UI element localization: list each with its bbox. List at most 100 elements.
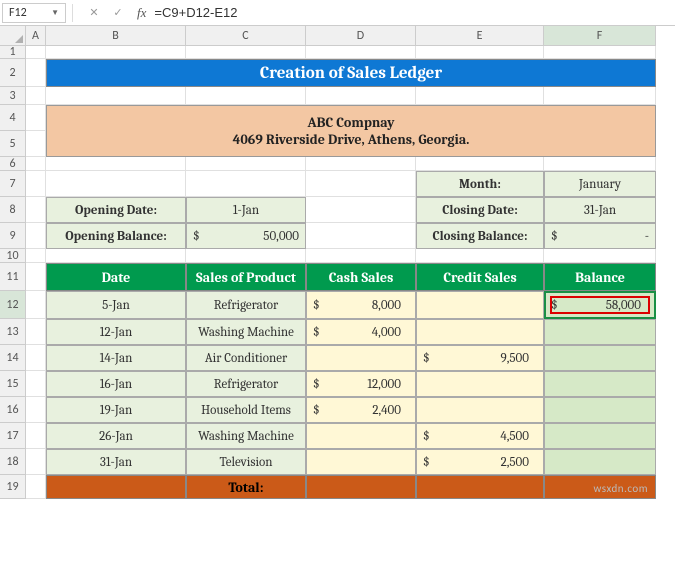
opening-date-value[interactable]: 1-Jan xyxy=(186,197,306,223)
cell-credit[interactable]: $9,500 xyxy=(416,345,544,371)
row-header[interactable]: 14 xyxy=(0,345,26,371)
header-cash: Cash Sales xyxy=(306,263,416,291)
col-header[interactable]: C xyxy=(186,26,306,46)
cell-product[interactable]: Television xyxy=(186,449,306,475)
chevron-down-icon[interactable]: ▼ xyxy=(51,8,59,18)
cell-date[interactable]: 5-Jan xyxy=(46,291,186,319)
cell-credit[interactable] xyxy=(416,319,544,345)
opening-date-label: Opening Date: xyxy=(46,197,186,223)
cell-balance[interactable]: $58,000 xyxy=(544,291,656,319)
closing-date-value[interactable]: 31-Jan xyxy=(544,197,656,223)
cell-credit[interactable] xyxy=(416,371,544,397)
confirm-icon: ✓ xyxy=(109,4,127,22)
row-header[interactable]: 6 xyxy=(0,157,26,171)
row-header[interactable]: 9 xyxy=(0,223,26,249)
row-header[interactable]: 1 xyxy=(0,46,26,59)
month-label: Month: xyxy=(416,171,544,197)
column-headers: A B C D E F xyxy=(26,26,656,46)
cell-date[interactable]: 12-Jan xyxy=(46,319,186,345)
row-header[interactable]: 12 xyxy=(0,291,26,319)
header-credit: Credit Sales xyxy=(416,263,544,291)
closing-date-label: Closing Date: xyxy=(416,197,544,223)
row-header[interactable]: 13 xyxy=(0,319,26,345)
sheet-header-row: A B C D E F xyxy=(0,26,675,46)
total-cash-cell[interactable] xyxy=(306,475,416,499)
cell-product[interactable]: Refrigerator xyxy=(186,371,306,397)
cell-credit[interactable] xyxy=(416,397,544,423)
row-header[interactable]: 18 xyxy=(0,449,26,475)
cell-date[interactable]: 16-Jan xyxy=(46,371,186,397)
page-title: Creation of Sales Ledger xyxy=(46,59,656,87)
divider xyxy=(72,4,73,22)
cell-product[interactable]: Air Conditioner xyxy=(186,345,306,371)
closing-balance-label: Closing Balance: xyxy=(416,223,544,249)
header-product: Sales of Product xyxy=(186,263,306,291)
cell-balance[interactable] xyxy=(544,423,656,449)
company-address: 4069 Riverside Drive, Athens, Georgia. xyxy=(233,131,470,148)
select-all-cell[interactable] xyxy=(0,26,26,46)
col-header[interactable]: F xyxy=(544,26,656,46)
row-header[interactable]: 4 xyxy=(0,105,26,131)
total-date-cell xyxy=(46,475,186,499)
sheet-body: 1 2 3 4 5 6 7 8 9 10 11 12 13 14 15 16 1… xyxy=(0,46,675,499)
cell-balance[interactable] xyxy=(544,397,656,423)
watermark: wsxdn.com xyxy=(594,482,648,495)
cancel-icon: ✕ xyxy=(85,4,103,22)
col-header[interactable]: E xyxy=(416,26,544,46)
cell-cash[interactable] xyxy=(306,449,416,475)
cell-date[interactable]: 19-Jan xyxy=(46,397,186,423)
row-header[interactable]: 11 xyxy=(0,263,26,291)
cell-date[interactable]: 31-Jan xyxy=(46,449,186,475)
row-header[interactable]: 19 xyxy=(0,475,26,499)
cell-product[interactable]: Household Items xyxy=(186,397,306,423)
cell-credit[interactable]: $4,500 xyxy=(416,423,544,449)
header-balance: Balance xyxy=(544,263,656,291)
cell-cash[interactable] xyxy=(306,423,416,449)
cell-balance[interactable] xyxy=(544,319,656,345)
cell-product[interactable]: Washing Machine xyxy=(186,319,306,345)
cell-cash[interactable]: $4,000 xyxy=(306,319,416,345)
name-box-value: F12 xyxy=(9,6,27,20)
total-label: Total: xyxy=(186,475,306,499)
row-header[interactable]: 3 xyxy=(0,87,26,105)
cell-cash[interactable] xyxy=(306,345,416,371)
row-header[interactable]: 10 xyxy=(0,249,26,263)
row-header[interactable]: 5 xyxy=(0,131,26,157)
cell-credit[interactable]: $2,500 xyxy=(416,449,544,475)
cell-cash[interactable]: $8,000 xyxy=(306,291,416,319)
opening-balance-value[interactable]: $50,000 xyxy=(186,223,306,249)
cell-date[interactable]: 14-Jan xyxy=(46,345,186,371)
cell-product[interactable]: Refrigerator xyxy=(186,291,306,319)
row-header[interactable]: 8 xyxy=(0,197,26,223)
cells-area[interactable]: Creation of Sales Ledger ABC Compnay 406… xyxy=(26,46,656,499)
cell-cash[interactable]: $2,400 xyxy=(306,397,416,423)
row-header[interactable]: 2 xyxy=(0,59,26,87)
row-header[interactable]: 16 xyxy=(0,397,26,423)
closing-balance-value[interactable]: $- xyxy=(544,223,656,249)
row-header[interactable]: 17 xyxy=(0,423,26,449)
col-header[interactable]: D xyxy=(306,26,416,46)
formula-bar-row: F12 ▼ ✕ ✓ fx xyxy=(0,0,675,26)
cell-balance[interactable] xyxy=(544,345,656,371)
row-header[interactable]: 15 xyxy=(0,371,26,397)
formula-input[interactable] xyxy=(150,3,675,22)
opening-balance-label: Opening Balance: xyxy=(46,223,186,249)
fx-icon[interactable]: fx xyxy=(137,5,146,21)
header-date: Date xyxy=(46,263,186,291)
col-header[interactable]: B xyxy=(46,26,186,46)
company-name: ABC Compnay xyxy=(308,114,395,131)
formula-controls: ✕ ✓ fx xyxy=(85,4,150,22)
row-header[interactable]: 7 xyxy=(0,171,26,197)
name-box[interactable]: F12 ▼ xyxy=(2,3,66,23)
cell-date[interactable]: 26-Jan xyxy=(46,423,186,449)
total-credit-cell[interactable] xyxy=(416,475,544,499)
month-value[interactable]: January xyxy=(544,171,656,197)
cell-product[interactable]: Washing Machine xyxy=(186,423,306,449)
col-header[interactable]: A xyxy=(26,26,46,46)
cell-cash[interactable]: $12,000 xyxy=(306,371,416,397)
cell-balance[interactable] xyxy=(544,449,656,475)
cell-credit[interactable] xyxy=(416,291,544,319)
company-header: ABC Compnay 4069 Riverside Drive, Athens… xyxy=(46,105,656,157)
cell-balance[interactable] xyxy=(544,371,656,397)
row-headers: 1 2 3 4 5 6 7 8 9 10 11 12 13 14 15 16 1… xyxy=(0,46,26,499)
